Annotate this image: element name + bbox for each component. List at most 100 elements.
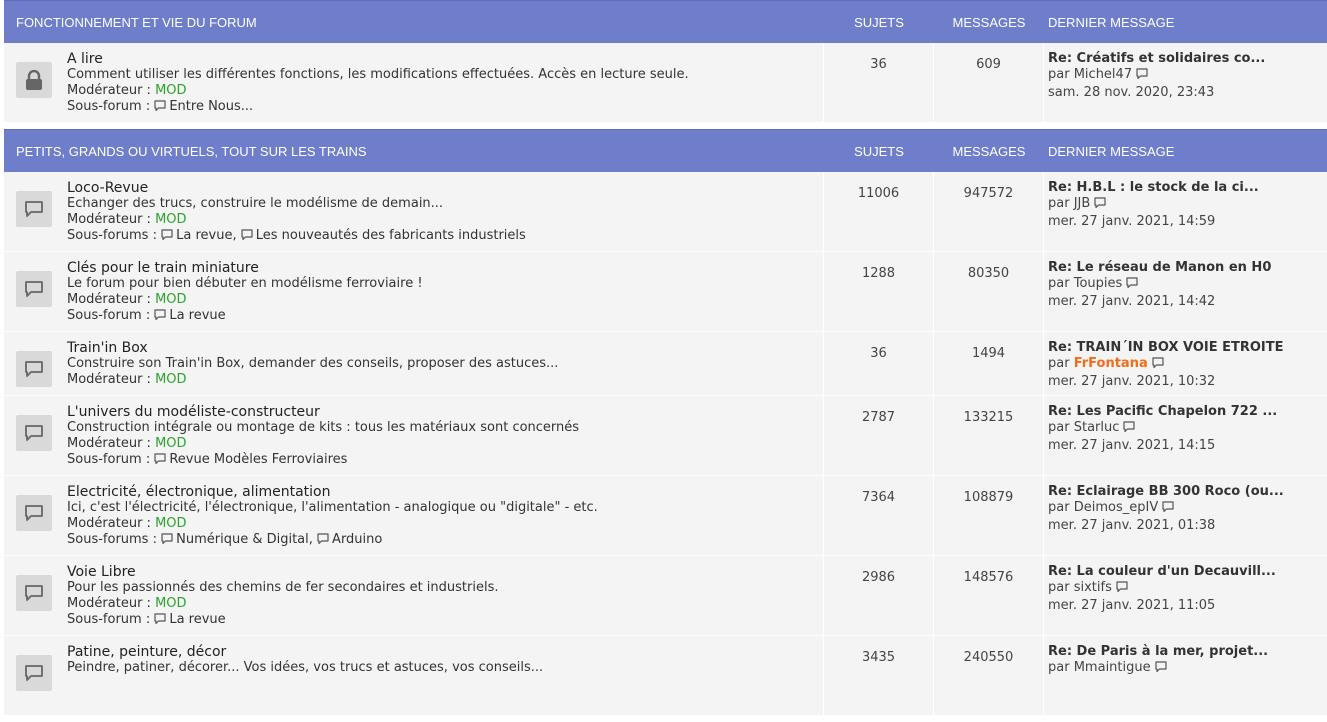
last-post-cell: Re: TRAIN´IN BOX VOIE ETROITE par FrFonta… [1044,332,1327,395]
author-link[interactable]: FrFontana [1074,356,1148,371]
category-header: PETITS, GRANDS OU VIRTUELS, TOUT SUR LES… [4,129,1327,172]
posts-count: 108879 [934,476,1044,555]
speech-bubble-icon [16,191,52,227]
moderator-link[interactable]: MOD [155,212,186,227]
forum-info: A lire Comment utiliser les différentes f… [67,51,689,116]
forum-row: A lire Comment utiliser les différentes f… [4,43,1327,123]
author-link[interactable]: sixtifs [1074,580,1112,595]
category-title[interactable]: FONCTIONNEMENT ET VIE DU FORUM [4,15,824,30]
speech-bubble-icon [16,575,52,611]
author-link[interactable]: Starluc [1074,420,1120,435]
moderator-line: Modérateur : MOD [67,436,579,452]
last-post-link[interactable]: Re: TRAIN´IN BOX VOIE ETROITE [1048,340,1327,356]
view-latest-post-icon[interactable] [1152,357,1164,374]
topics-count: 2787 [824,396,934,475]
subforum-link[interactable]: La revue [169,308,225,323]
view-latest-post-icon[interactable] [1136,68,1148,85]
author-link[interactable]: Mmaintigue [1074,660,1151,675]
forum-title-link[interactable]: L'univers du modéliste-constructeur [67,404,579,420]
subforum-icon [154,100,166,117]
forum-main-cell: Patine, peinture, décor Peindre, patiner,… [4,636,824,715]
author-link[interactable]: JJB [1074,196,1091,211]
subforums-line: Sous-forums : La revue, Les nouveautés d… [67,228,526,246]
view-latest-post-icon[interactable] [1094,197,1106,214]
last-post-link[interactable]: Re: Le réseau de Manon en H0 [1048,260,1327,276]
topics-count: 2986 [824,556,934,635]
last-post-cell: Re: De Paris à la mer, projet... par Mmai… [1044,636,1327,715]
subforum-link[interactable]: La revue [169,612,225,627]
subforums-line: Sous-forums : Numérique & Digital, Ardui… [67,532,598,550]
view-latest-post-icon[interactable] [1126,277,1138,294]
forum-row: Patine, peinture, décor Peindre, patiner,… [4,636,1327,716]
category-title[interactable]: PETITS, GRANDS OU VIRTUELS, TOUT SUR LES… [4,144,824,159]
moderator-label: Modérateur : [67,212,151,227]
subforums-label: Sous-forum : [67,308,151,323]
subforum-link[interactable]: La revue, [176,228,236,243]
forum-main-cell: A lire Comment utiliser les différentes f… [4,43,824,122]
posts-count: 947572 [934,172,1044,251]
last-post-link[interactable]: Re: Les Pacific Chapelon 722 ... [1048,404,1327,420]
forum-title-link[interactable]: Clés pour le train miniature [67,260,423,276]
subforum-link[interactable]: Numérique & Digital, [176,532,313,547]
posts-count: 240550 [934,636,1044,715]
forum-description: Ici, c'est l'électricité, l'électronique… [67,500,598,515]
forum-main-cell: Train'in Box Construire son Train'in Box,… [4,332,824,395]
view-latest-post-icon[interactable] [1123,421,1135,438]
forum-description: Echanger des trucs, construire le modéli… [67,196,444,211]
subforums-label: Sous-forum : [67,612,151,627]
column-header-topics: SUJETS [854,143,904,159]
topics-count: 11006 [824,172,934,251]
moderator-link[interactable]: MOD [155,372,186,387]
forum-title-link[interactable]: Train'in Box [67,340,558,356]
moderator-link[interactable]: MOD [155,436,186,451]
moderator-label: Modérateur : [67,292,151,307]
forum-title-link[interactable]: Patine, peinture, décor [67,644,543,660]
moderator-link[interactable]: MOD [155,83,186,98]
view-latest-post-icon[interactable] [1155,661,1167,678]
view-latest-post-icon[interactable] [1162,501,1174,518]
forum-category: PETITS, GRANDS OU VIRTUELS, TOUT SUR LES… [4,129,1327,716]
view-latest-post-icon[interactable] [1116,581,1128,598]
subforum-link[interactable]: Les nouveautés des fabricants industriel… [256,228,526,243]
topics-count: 3435 [824,636,934,715]
last-post-link[interactable]: Re: Eclairage BB 300 Roco (ou... [1048,484,1327,500]
moderator-link[interactable]: MOD [155,292,186,307]
moderator-line: Modérateur : MOD [67,83,689,99]
forum-row: Voie Libre Pour les passionnés des chemin… [4,556,1327,636]
forum-title-link[interactable]: Voie Libre [67,564,498,580]
topics-count: 7364 [824,476,934,555]
moderator-link[interactable]: MOD [155,596,186,611]
moderator-line: Modérateur : MOD [67,516,598,532]
forum-title-link[interactable]: Loco-Revue [67,180,526,196]
subforum-icon [161,229,173,246]
lock-icon [16,62,52,98]
author-link[interactable]: Toupies [1074,276,1123,291]
last-post-link[interactable]: Re: La couleur d'un Decauvill... [1048,564,1327,580]
column-header-topics: SUJETS [854,14,904,30]
last-post-cell: Re: H.B.L : le stock de la ci... par JJB m… [1044,172,1327,251]
subforum-link[interactable]: Arduino [332,532,382,547]
forum-row: L'univers du modéliste-constructeur Const… [4,396,1327,476]
by-label: par [1048,660,1070,675]
author-link[interactable]: Deimos_epIV [1074,500,1159,515]
moderator-link[interactable]: MOD [155,516,186,531]
posts-count: 80350 [934,252,1044,331]
forum-title-link[interactable]: A lire [67,51,689,67]
forum-main-cell: L'univers du modéliste-constructeur Const… [4,396,824,475]
subforum-link[interactable]: Revue Modèles Ferroviaires [169,452,347,467]
speech-bubble-icon [16,655,52,691]
last-post-date: mer. 27 janv. 2021, 14:15 [1048,438,1216,453]
last-post-link[interactable]: Re: Créatifs et solidaires co... [1048,51,1327,67]
author-link[interactable]: Michel47 [1074,67,1132,82]
moderator-label: Modérateur : [67,516,151,531]
forum-title-link[interactable]: Electricité, électronique, alimentation [67,484,598,500]
last-post-link[interactable]: Re: H.B.L : le stock de la ci... [1048,180,1327,196]
last-post-link[interactable]: Re: De Paris à la mer, projet... [1048,644,1327,660]
moderator-line: Modérateur : MOD [67,292,423,308]
moderator-line: Modérateur : MOD [67,212,526,228]
subforum-link[interactable]: Entre Nous... [169,99,253,114]
subforum-icon [154,453,166,470]
posts-count: 133215 [934,396,1044,475]
last-post-cell: Re: Eclairage BB 300 Roco (ou... par Deim… [1044,476,1327,555]
forum-main-cell: Clés pour le train miniature Le forum pou… [4,252,824,331]
